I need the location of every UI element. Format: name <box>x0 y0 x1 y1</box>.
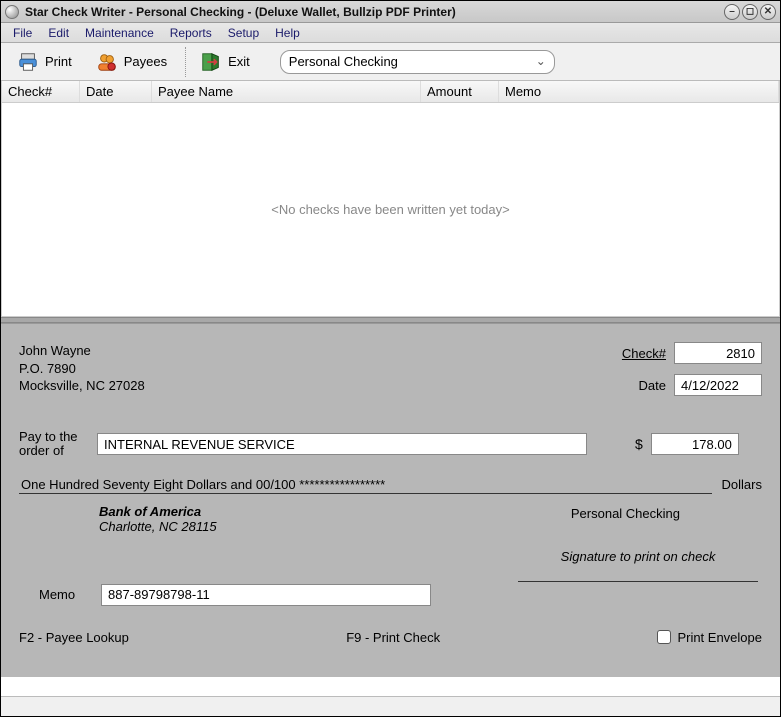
account-selector[interactable]: Personal Checking <box>280 50 555 74</box>
exit-label: Exit <box>228 54 250 69</box>
toolbar: Print Payees Exit Personal Checking <box>1 43 780 81</box>
checknum-input[interactable] <box>674 342 762 364</box>
checks-grid: Check# Date Payee Name Amount Memo <No c… <box>1 81 780 317</box>
menu-maintenance[interactable]: Maintenance <box>77 24 162 42</box>
exit-icon <box>200 51 222 73</box>
grid-empty-text: <No checks have been written yet today> <box>2 103 779 316</box>
checknum-label: Check# <box>622 346 666 361</box>
col-amount[interactable]: Amount <box>421 81 499 102</box>
dollars-label: Dollars <box>722 477 762 492</box>
payees-button[interactable]: Payees <box>90 47 173 77</box>
payto-label: Pay to the order of <box>19 430 89 459</box>
payees-label: Payees <box>124 54 167 69</box>
menu-reports[interactable]: Reports <box>162 24 220 42</box>
f2-hint: F2 - Payee Lookup <box>19 630 129 645</box>
payto-label-2: order of <box>19 444 89 458</box>
menu-edit[interactable]: Edit <box>40 24 77 42</box>
payer-addr1: P.O. 7890 <box>19 360 145 378</box>
payees-icon <box>96 51 118 73</box>
menu-setup[interactable]: Setup <box>220 24 267 42</box>
account-selector-value: Personal Checking <box>289 54 398 69</box>
maximize-button[interactable]: ◻ <box>742 4 758 20</box>
col-check[interactable]: Check# <box>2 81 80 102</box>
menubar: File Edit Maintenance Reports Setup Help <box>1 23 780 43</box>
col-payee[interactable]: Payee Name <box>152 81 421 102</box>
print-envelope-checkbox[interactable] <box>657 630 671 644</box>
col-date[interactable]: Date <box>80 81 152 102</box>
printer-icon <box>17 51 39 73</box>
memo-input[interactable] <box>101 584 431 606</box>
print-label: Print <box>45 54 72 69</box>
check-panel: John Wayne P.O. 7890 Mocksville, NC 2702… <box>1 323 780 677</box>
dollar-sign: $ <box>635 436 643 452</box>
memo-label: Memo <box>39 587 91 602</box>
app-icon <box>5 5 19 19</box>
signature-hint: Signature to print on check <box>518 549 758 564</box>
payer-addr2: Mocksville, NC 27028 <box>19 377 145 395</box>
signature-line <box>518 566 758 582</box>
col-memo[interactable]: Memo <box>499 81 779 102</box>
print-envelope-label: Print Envelope <box>677 630 762 645</box>
date-input[interactable] <box>674 374 762 396</box>
print-envelope-option[interactable]: Print Envelope <box>657 630 762 645</box>
date-label: Date <box>639 378 666 393</box>
menu-file[interactable]: File <box>5 24 40 42</box>
exit-button[interactable]: Exit <box>194 47 256 77</box>
f9-hint: F9 - Print Check <box>346 630 440 645</box>
payer-name: John Wayne <box>19 342 145 360</box>
payto-label-1: Pay to the <box>19 430 89 444</box>
window-title: Star Check Writer - Personal Checking - … <box>25 5 722 19</box>
amount-input[interactable] <box>651 433 739 455</box>
titlebar: Star Check Writer - Personal Checking - … <box>1 1 780 23</box>
menu-help[interactable]: Help <box>267 24 308 42</box>
statusbar <box>1 696 780 716</box>
minimize-button[interactable]: – <box>724 4 740 20</box>
print-button[interactable]: Print <box>11 47 78 77</box>
account-name-on-check: Personal Checking <box>571 506 680 521</box>
payee-input[interactable] <box>97 433 587 455</box>
amount-words: One Hundred Seventy Eight Dollars and 00… <box>19 477 712 494</box>
payer-block: John Wayne P.O. 7890 Mocksville, NC 2702… <box>19 342 145 395</box>
grid-header: Check# Date Payee Name Amount Memo <box>2 81 779 103</box>
close-button[interactable]: ✕ <box>760 4 776 20</box>
signature-block: Signature to print on check <box>518 549 758 582</box>
